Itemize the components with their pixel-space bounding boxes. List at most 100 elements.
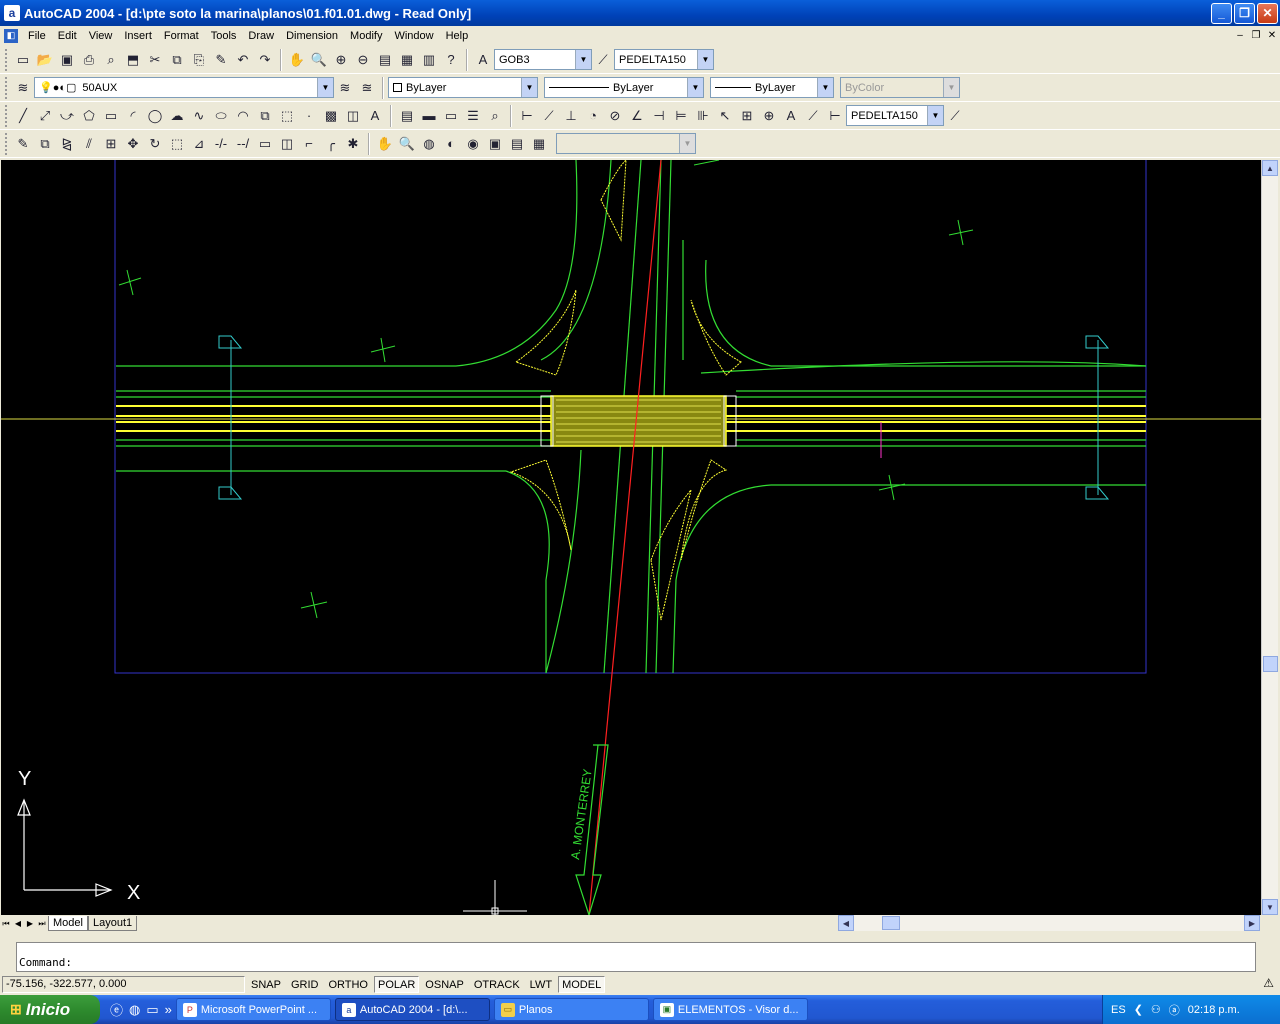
revision-cloud-icon[interactable]: ☁ xyxy=(166,105,188,127)
scroll-up-icon[interactable]: ▲ xyxy=(1262,160,1278,176)
tolerance-icon[interactable]: ⊞ xyxy=(736,105,758,127)
zoom-realtime-icon[interactable]: 🔍 xyxy=(308,49,330,71)
toolbar-grip[interactable] xyxy=(5,104,9,127)
trim-icon[interactable]: -/- xyxy=(210,133,232,155)
last-tab-icon[interactable]: ⏭ xyxy=(36,917,48,930)
array-icon[interactable]: ⊞ xyxy=(100,133,122,155)
tab-model[interactable]: Model xyxy=(48,916,88,931)
menu-window[interactable]: Window xyxy=(388,30,439,42)
stretch-icon[interactable]: ⊿ xyxy=(188,133,210,155)
redo-icon[interactable]: ↷ xyxy=(254,49,276,71)
aligned-dimension-icon[interactable]: ⟋ xyxy=(538,105,560,127)
command-line-box[interactable]: Command: xyxy=(16,942,1256,972)
prev-tab-icon[interactable]: ◀ xyxy=(12,917,24,930)
tray-app-icon[interactable]: ⓐ xyxy=(1169,1002,1180,1018)
coordinate-readout[interactable]: -75.156, -322.577, 0.000 xyxy=(2,976,245,993)
language-indicator[interactable]: ES xyxy=(1111,1004,1126,1016)
center-mark-icon[interactable]: ⊕ xyxy=(758,105,780,127)
autocad-app-icon[interactable]: a xyxy=(4,5,20,21)
extend-icon[interactable]: --/ xyxy=(232,133,254,155)
mirror-icon[interactable]: ⧎ xyxy=(56,133,78,155)
toolbar-grip[interactable] xyxy=(5,132,9,155)
color-select[interactable]: ByLayer ▼ xyxy=(388,77,538,98)
dim-style-select-2[interactable]: PEDELTA150 ▼ xyxy=(846,105,944,126)
properties-icon[interactable]: ▤ xyxy=(374,49,396,71)
chamfer-icon[interactable]: ⌐ xyxy=(298,133,320,155)
mtext-icon[interactable]: A xyxy=(364,105,386,127)
scroll-right-icon[interactable]: ▶ xyxy=(1244,915,1260,931)
ie-icon[interactable]: ⓔ xyxy=(110,1000,123,1019)
clock[interactable]: 02:18 p.m. xyxy=(1188,1004,1240,1016)
rectangle-icon[interactable]: ▭ xyxy=(100,105,122,127)
open-icon[interactable]: 📂 xyxy=(34,49,56,71)
ordinate-dimension-icon[interactable]: ⊥ xyxy=(560,105,582,127)
text-style-select[interactable]: GOB3 ▼ xyxy=(494,49,592,70)
help-icon[interactable]: ? xyxy=(440,49,462,71)
dimension-style-icon[interactable]: ⟋ xyxy=(944,105,966,127)
leader-icon[interactable]: ↖ xyxy=(714,105,736,127)
baseline-dimension-icon[interactable]: ⊨ xyxy=(670,105,692,127)
insert-block-icon[interactable]: ⧉ xyxy=(254,105,276,127)
radius-dimension-icon[interactable]: ◔ xyxy=(582,105,604,127)
tool-palettes-icon[interactable]: ▥ xyxy=(418,49,440,71)
chevron-down-icon[interactable]: ▼ xyxy=(697,50,713,69)
maximize-button[interactable]: ❐ xyxy=(1234,2,1255,24)
paste-icon[interactable]: ⎘ xyxy=(188,49,210,71)
menu-help[interactable]: Help xyxy=(440,30,475,42)
layer-tool2-icon[interactable]: ▭ xyxy=(440,105,462,127)
materials-icon[interactable]: ▦ xyxy=(528,133,550,155)
arc-icon[interactable]: ◜ xyxy=(122,105,144,127)
doc-restore-icon[interactable]: ❐ xyxy=(1248,29,1264,43)
make-block-icon[interactable]: ⬚ xyxy=(276,105,298,127)
chevron-down-icon[interactable]: ▼ xyxy=(317,78,333,97)
close-button[interactable]: ✕ xyxy=(1257,2,1278,24)
communication-center-icon[interactable]: ⚠ xyxy=(1263,976,1274,990)
quick-dimension-icon[interactable]: ⊣ xyxy=(648,105,670,127)
snap-toggle[interactable]: SNAP xyxy=(247,976,285,993)
task-elementos[interactable]: ▣ ELEMENTOS - Visor d... xyxy=(652,998,808,1021)
camera-icon[interactable]: ◉ xyxy=(462,133,484,155)
pan-icon[interactable]: ✋ xyxy=(286,49,308,71)
copy-icon[interactable]: ⧉ xyxy=(166,49,188,71)
chevron-down-icon[interactable]: ▼ xyxy=(575,50,591,69)
lwt-toggle[interactable]: LWT xyxy=(526,976,556,993)
layer-manager-icon[interactable]: ≋ xyxy=(12,77,34,99)
task-autocad[interactable]: a AutoCAD 2004 - [d:\... xyxy=(334,998,490,1021)
hatch-icon[interactable]: ▩ xyxy=(320,105,342,127)
tab-layout1[interactable]: Layout1 xyxy=(87,916,138,931)
first-tab-icon[interactable]: ⏮ xyxy=(0,917,12,930)
spline-icon[interactable]: ∿ xyxy=(188,105,210,127)
line-icon[interactable]: ╱ xyxy=(12,105,34,127)
erase-icon[interactable]: ✎ xyxy=(12,133,34,155)
scale-icon[interactable]: ⬚ xyxy=(166,133,188,155)
polar-toggle[interactable]: POLAR xyxy=(374,976,420,993)
scroll-down-icon[interactable]: ▼ xyxy=(1262,899,1278,915)
more-icon[interactable]: » xyxy=(165,1002,172,1017)
copy-object-icon[interactable]: ⧉ xyxy=(34,133,56,155)
chevron-down-icon[interactable]: ▼ xyxy=(927,106,943,125)
shade-icon[interactable]: ◐ xyxy=(440,133,462,155)
menu-tools[interactable]: Tools xyxy=(205,30,243,42)
folder-icon[interactable]: ▭ xyxy=(146,1002,158,1018)
match-properties-icon[interactable]: ✎ xyxy=(210,49,232,71)
join-icon[interactable]: ◫ xyxy=(276,133,298,155)
minimize-button[interactable]: _ xyxy=(1211,2,1232,24)
drawing-canvas[interactable]: A. MONTERREY Y X xyxy=(1,160,1261,915)
region-icon[interactable]: ◫ xyxy=(342,105,364,127)
preview-icon[interactable]: ⌕ xyxy=(100,49,122,71)
scroll-left-icon[interactable]: ◀ xyxy=(838,915,854,931)
polyline-icon[interactable]: ⤻ xyxy=(56,105,78,127)
linear-dimension-icon[interactable]: ⊢ xyxy=(516,105,538,127)
toolbar-grip[interactable] xyxy=(5,48,9,71)
fillet-icon[interactable]: ╭ xyxy=(320,133,342,155)
doc-close-icon[interactable]: ✕ xyxy=(1264,29,1280,43)
break-icon[interactable]: ▭ xyxy=(254,133,276,155)
layer-previous-icon[interactable]: ≊ xyxy=(356,77,378,99)
horizontal-scroll-thumb[interactable] xyxy=(882,916,900,930)
task-planos[interactable]: ▭ Planos xyxy=(493,998,649,1021)
circle-icon[interactable]: ◯ xyxy=(144,105,166,127)
menu-insert[interactable]: Insert xyxy=(118,30,158,42)
menu-modify[interactable]: Modify xyxy=(344,30,388,42)
zoom-window-icon[interactable]: ⊕ xyxy=(330,49,352,71)
cut-icon[interactable]: ✂ xyxy=(144,49,166,71)
